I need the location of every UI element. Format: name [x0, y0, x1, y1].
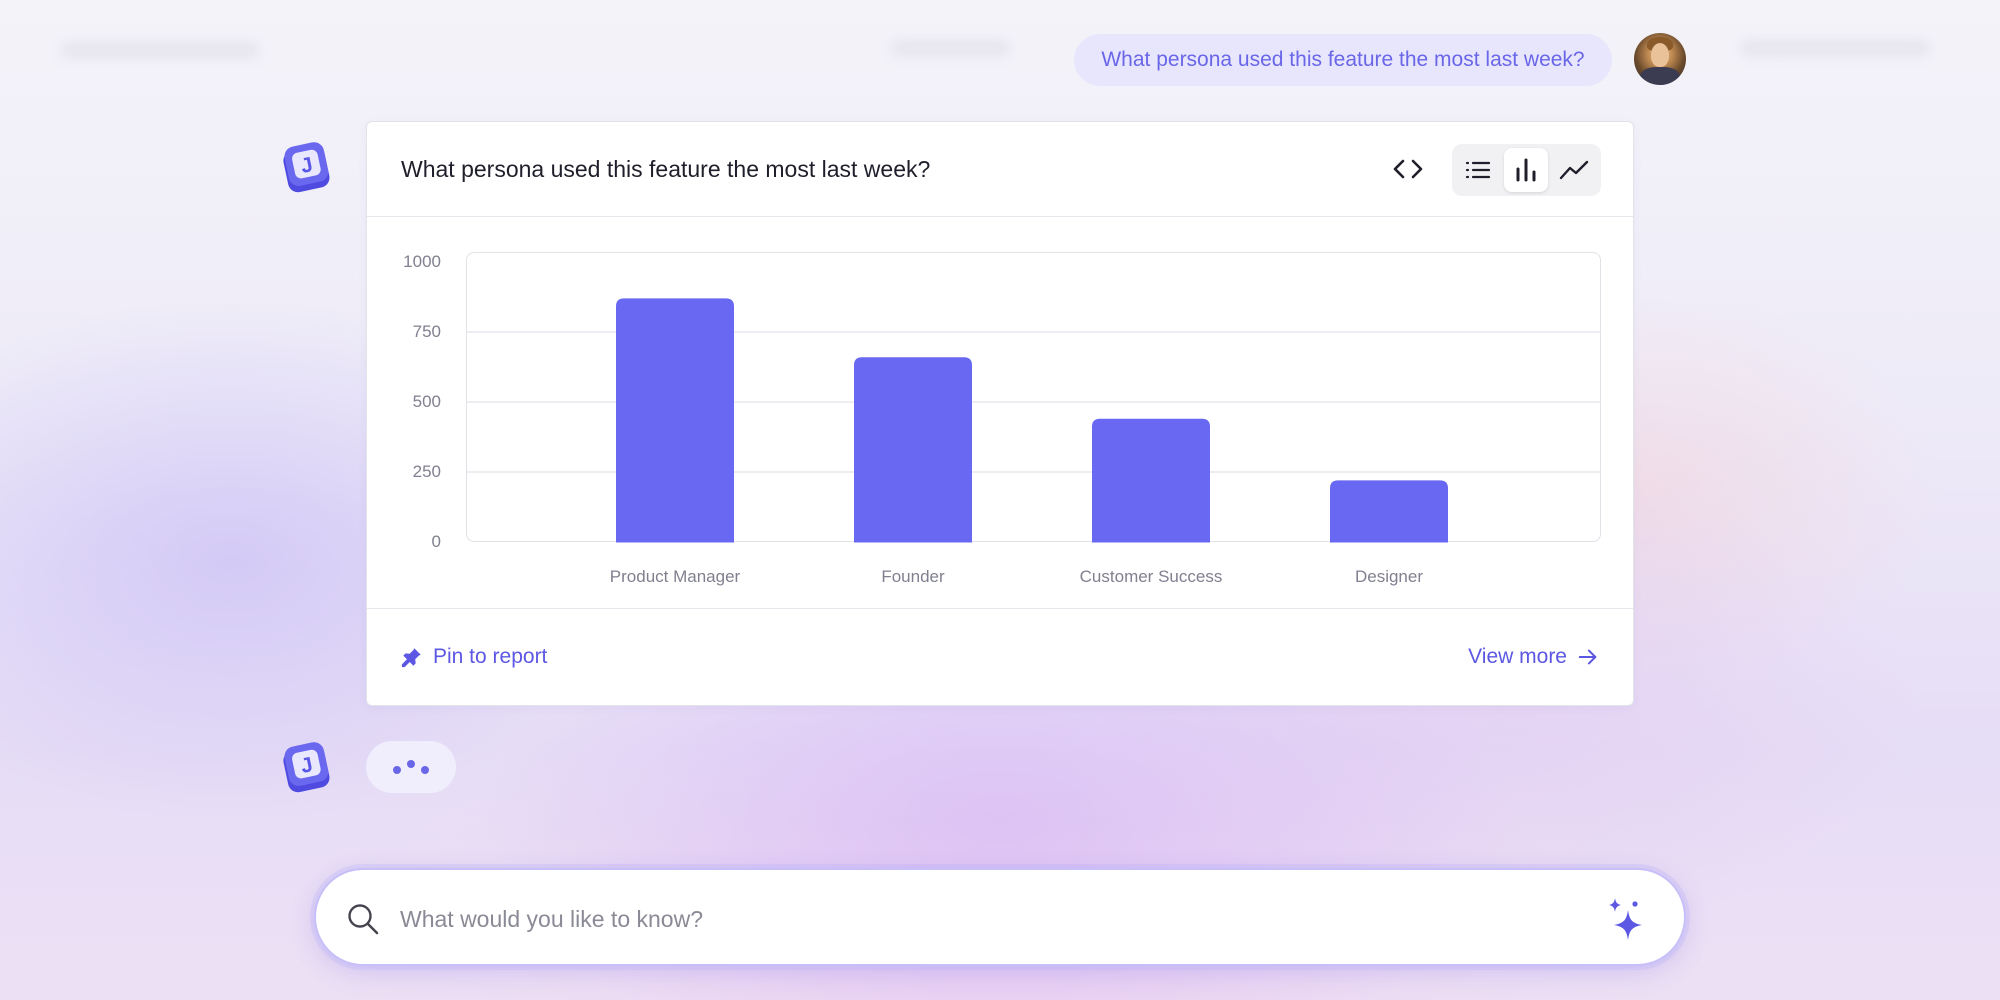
y-tick-label: 250 [412, 462, 441, 481]
card-footer: Pin to report View more [367, 608, 1633, 705]
x-tick-label: Founder [881, 567, 945, 586]
typing-dot [421, 766, 429, 774]
y-tick-label: 750 [412, 322, 441, 341]
pin-to-report-button[interactable]: Pin to report [401, 645, 547, 669]
ask-input-bar [314, 868, 1686, 966]
y-tick-label: 500 [412, 392, 441, 411]
bar[interactable] [1330, 480, 1448, 543]
typing-dot [393, 766, 401, 774]
arrow-right-icon [1578, 649, 1597, 665]
bot-logo-icon: J [280, 740, 334, 794]
y-tick-label: 0 [431, 532, 441, 551]
typing-dot [407, 760, 415, 768]
pin-icon [401, 648, 421, 668]
y-tick-label: 1000 [403, 252, 441, 271]
view-more-link[interactable]: View more [1468, 645, 1599, 669]
search-icon [348, 904, 379, 935]
bar[interactable] [854, 357, 972, 543]
user-message-bubble: What persona used this feature the most … [1074, 34, 1612, 86]
chart-card: What persona used this feature the most … [366, 121, 1634, 706]
typing-indicator [366, 741, 456, 793]
pin-to-report-label: Pin to report [433, 645, 548, 668]
user-message-text: What persona used this feature the most … [1101, 48, 1585, 71]
sparkle-icon[interactable] [1604, 896, 1648, 942]
x-tick-label: Designer [1354, 567, 1424, 586]
bot-logo-icon: J [280, 140, 334, 194]
x-tick-label: Customer Success [1079, 567, 1223, 586]
avatar[interactable] [1634, 33, 1686, 85]
bar[interactable] [1092, 418, 1210, 543]
bar[interactable] [616, 298, 734, 543]
x-tick-label: Product Manager [609, 567, 741, 586]
ask-input[interactable] [400, 894, 1550, 944]
view-more-label: View more [1468, 645, 1567, 668]
